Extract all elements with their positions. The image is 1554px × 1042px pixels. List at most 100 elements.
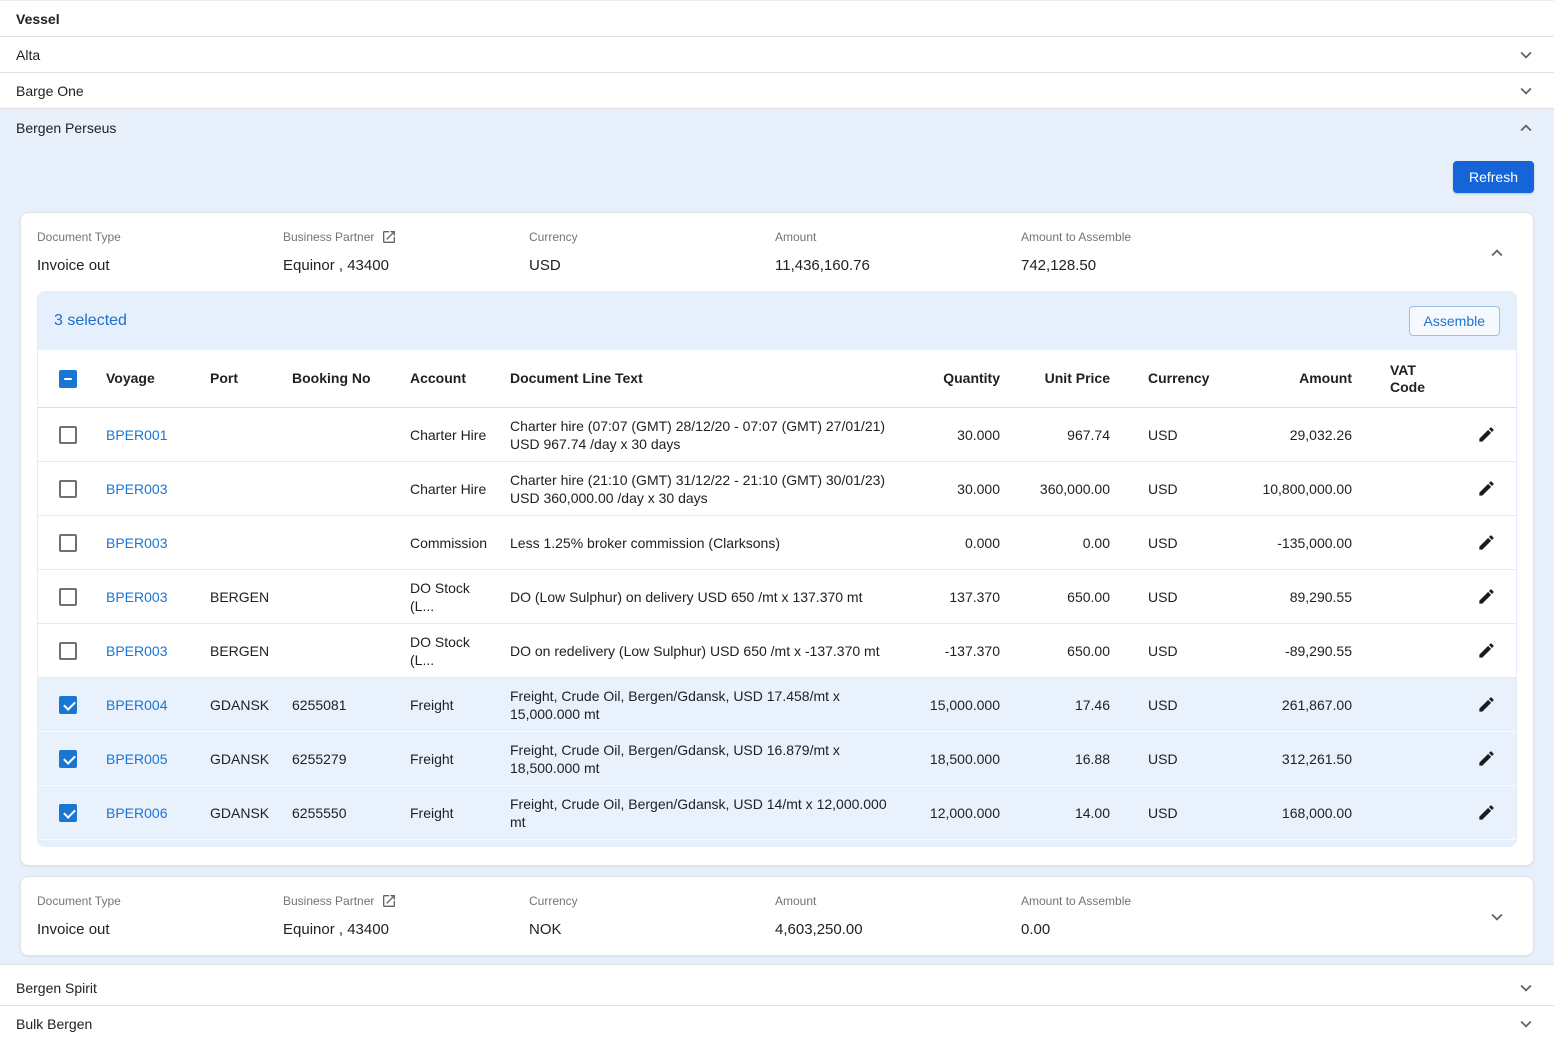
edit-row-button[interactable] bbox=[1456, 796, 1516, 829]
cell-port: GDANSK bbox=[202, 689, 284, 721]
cell-vat-code bbox=[1360, 806, 1456, 820]
assemble-button[interactable]: Assemble bbox=[1409, 306, 1500, 336]
refresh-button[interactable]: Refresh bbox=[1453, 161, 1534, 193]
cell-vat-code bbox=[1360, 482, 1456, 496]
voyage-link[interactable]: BPER006 bbox=[98, 797, 202, 829]
cell-amount: 168,000.00 bbox=[1214, 797, 1360, 829]
vessel-row-label: Alta bbox=[16, 47, 40, 63]
cell-booking-no bbox=[284, 644, 402, 658]
voyage-link[interactable]: BPER004 bbox=[98, 689, 202, 721]
pencil-icon bbox=[1477, 479, 1496, 498]
edit-row-button[interactable] bbox=[1456, 742, 1516, 775]
edit-row-button[interactable] bbox=[1456, 688, 1516, 721]
edit-row-button[interactable] bbox=[1456, 418, 1516, 451]
cell-port: BERGEN bbox=[202, 581, 284, 613]
voyage-link[interactable]: BPER003 bbox=[98, 581, 202, 613]
business-partner-label: Business Partner bbox=[283, 230, 374, 244]
cell-vat-code bbox=[1360, 644, 1456, 658]
expand-card-icon[interactable] bbox=[1485, 905, 1509, 929]
document-type-value: Invoice out bbox=[37, 921, 283, 939]
row-checkbox[interactable] bbox=[59, 426, 77, 444]
vessel-list-header: Vessel bbox=[0, 0, 1554, 37]
field-document-type: Document Type Invoice out bbox=[37, 893, 283, 939]
cell-port: GDANSK bbox=[202, 797, 284, 829]
cell-account: Commission bbox=[402, 527, 502, 559]
field-document-type: Document Type Invoice out bbox=[37, 229, 283, 275]
row-checkbox[interactable] bbox=[59, 750, 77, 768]
column-header-voyage: Voyage bbox=[98, 363, 202, 394]
cell-amount: 29,032.26 bbox=[1214, 419, 1360, 451]
cell-document-line-text: Freight, Crude Oil, Bergen/Gdansk, USD 1… bbox=[502, 788, 912, 838]
select-all-checkbox[interactable] bbox=[59, 370, 77, 388]
document-summary-nok: Document Type Invoice out Business Partn… bbox=[21, 877, 1533, 955]
field-business-partner: Business Partner Equinor , 43400 bbox=[283, 893, 529, 939]
row-checkbox[interactable] bbox=[59, 480, 77, 498]
row-checkbox[interactable] bbox=[59, 642, 77, 660]
cell-amount: 10,800,000.00 bbox=[1214, 473, 1360, 505]
chevron-down-icon bbox=[1514, 43, 1538, 67]
collapse-card-icon[interactable] bbox=[1485, 241, 1509, 265]
edit-row-button[interactable] bbox=[1456, 634, 1516, 667]
voyage-link[interactable]: BPER003 bbox=[98, 527, 202, 559]
amount-value: 11,436,160.76 bbox=[775, 257, 1021, 275]
column-header-amount: Amount bbox=[1214, 363, 1360, 394]
open-in-new-icon[interactable] bbox=[381, 893, 397, 909]
vessel-list-header-label: Vessel bbox=[16, 11, 60, 27]
vessel-row-bergen-spirit[interactable]: Bergen Spirit bbox=[0, 970, 1554, 1006]
vessel-row-barge-one[interactable]: Barge One bbox=[0, 73, 1554, 109]
cell-account: Charter Hire bbox=[402, 419, 502, 451]
cell-quantity: 30.000 bbox=[912, 419, 1008, 451]
table-row: BPER006 GDANSK 6255550 Freight Freight, … bbox=[38, 786, 1516, 840]
chevron-up-icon bbox=[1514, 116, 1538, 140]
cell-quantity: 137.370 bbox=[912, 581, 1008, 613]
cell-quantity: 0.000 bbox=[912, 527, 1008, 559]
cell-account: Freight bbox=[402, 797, 502, 829]
cell-unit-price: 650.00 bbox=[1008, 581, 1118, 613]
pencil-icon bbox=[1477, 695, 1496, 714]
cell-account: Freight bbox=[402, 743, 502, 775]
row-checkbox[interactable] bbox=[59, 588, 77, 606]
currency-label: Currency bbox=[529, 230, 578, 244]
voyage-link[interactable]: BPER005 bbox=[98, 743, 202, 775]
cell-quantity: 12,000.000 bbox=[912, 797, 1008, 829]
amount-to-assemble-label: Amount to Assemble bbox=[1021, 230, 1131, 244]
row-checkbox[interactable] bbox=[59, 696, 77, 714]
edit-row-button[interactable] bbox=[1456, 526, 1516, 559]
cell-account: DO Stock (L... bbox=[402, 572, 502, 622]
cell-document-line-text: Freight, Crude Oil, Bergen/Gdansk, USD 1… bbox=[502, 680, 912, 730]
vessel-row-label: Bergen Spirit bbox=[16, 980, 97, 996]
cell-document-line-text: DO on redelivery (Low Sulphur) USD 650 /… bbox=[502, 635, 912, 667]
business-partner-value: Equinor , 43400 bbox=[283, 257, 529, 275]
row-checkbox[interactable] bbox=[59, 534, 77, 552]
edit-row-button[interactable] bbox=[1456, 580, 1516, 613]
cell-booking-no: 6255279 bbox=[284, 743, 402, 775]
cell-unit-price: 0.00 bbox=[1008, 527, 1118, 559]
voyage-link[interactable]: BPER003 bbox=[98, 635, 202, 667]
chevron-down-icon bbox=[1514, 1012, 1538, 1036]
open-in-new-icon[interactable] bbox=[381, 229, 397, 245]
vessel-row-bulk-bergen[interactable]: Bulk Bergen bbox=[0, 1006, 1554, 1042]
cell-booking-no bbox=[284, 482, 402, 496]
selection-toolbar: 3 selected Assemble bbox=[38, 292, 1516, 350]
cell-booking-no bbox=[284, 536, 402, 550]
chevron-down-icon bbox=[1514, 976, 1538, 1000]
cell-booking-no: 6255550 bbox=[284, 797, 402, 829]
edit-row-button[interactable] bbox=[1456, 472, 1516, 505]
cell-vat-code bbox=[1360, 428, 1456, 442]
cell-unit-price: 16.88 bbox=[1008, 743, 1118, 775]
row-checkbox[interactable] bbox=[59, 804, 77, 822]
vessel-panel-header[interactable]: Bergen Perseus bbox=[0, 109, 1554, 147]
table-row: BPER003 Charter Hire Charter hire (21:10… bbox=[38, 462, 1516, 516]
vessel-row-alta[interactable]: Alta bbox=[0, 37, 1554, 73]
cell-currency: USD bbox=[1118, 689, 1214, 721]
vessel-panel-title: Bergen Perseus bbox=[16, 120, 116, 136]
cell-document-line-text: Charter hire (07:07 (GMT) 28/12/20 - 07:… bbox=[502, 410, 912, 460]
voyage-link[interactable]: BPER001 bbox=[98, 419, 202, 451]
cell-amount: 312,261.50 bbox=[1214, 743, 1360, 775]
amount-to-assemble-value: 742,128.50 bbox=[1021, 257, 1485, 275]
cell-amount: -89,290.55 bbox=[1214, 635, 1360, 667]
document-type-label: Document Type bbox=[37, 894, 121, 908]
cell-quantity: 18,500.000 bbox=[912, 743, 1008, 775]
table-header-row: Voyage Port Booking No Account Document … bbox=[38, 350, 1516, 408]
voyage-link[interactable]: BPER003 bbox=[98, 473, 202, 505]
